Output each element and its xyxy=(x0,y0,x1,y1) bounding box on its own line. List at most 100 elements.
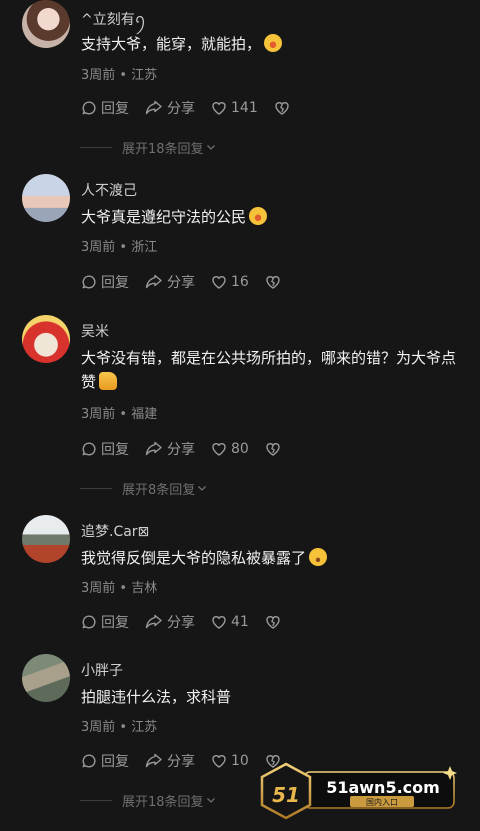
comment-text-content: 大爷真是遵纪守法的公民 xyxy=(81,208,247,226)
chevron-down-icon xyxy=(197,483,207,493)
logo-text: 51 xyxy=(272,783,300,807)
share-label: 分享 xyxy=(167,754,195,770)
comment-location: 江苏 xyxy=(131,68,158,83)
reply-icon xyxy=(81,274,97,290)
dislike-button[interactable] xyxy=(274,100,294,116)
avatar[interactable] xyxy=(22,654,70,702)
avatar[interactable] xyxy=(22,515,70,563)
expand-replies-button[interactable]: 展开18条回复 xyxy=(80,791,216,810)
comment-text: 拍腿违什么法，求科普 xyxy=(81,685,461,709)
expand-replies-label: 展开8条回复 xyxy=(122,482,196,498)
comment-actions: 回复 分享 141 xyxy=(81,97,310,119)
reply-icon xyxy=(81,100,97,116)
share-icon xyxy=(145,614,163,630)
comment-text-content: 支持大爷，能穿，就能拍， xyxy=(81,35,262,53)
heart-icon xyxy=(211,441,227,457)
avatar[interactable] xyxy=(22,315,70,363)
share-icon xyxy=(145,100,163,116)
dislike-button[interactable] xyxy=(265,441,285,457)
comment-time: 3周前 xyxy=(81,68,116,83)
reply-button[interactable]: 回复 xyxy=(81,439,129,459)
watermark-badge[interactable]: 51 51awn5.com 国内入口 xyxy=(258,762,458,820)
reply-icon xyxy=(81,753,97,769)
share-button[interactable]: 分享 xyxy=(145,751,195,771)
reply-button[interactable]: 回复 xyxy=(81,272,129,292)
share-label: 分享 xyxy=(167,275,195,291)
divider-line xyxy=(80,487,112,489)
like-button[interactable]: 80 xyxy=(211,441,249,457)
reply-label: 回复 xyxy=(101,275,129,291)
avatar[interactable] xyxy=(22,0,70,48)
like-button[interactable]: 10 xyxy=(211,753,249,769)
share-icon xyxy=(145,753,163,769)
comment-location: 浙江 xyxy=(131,240,158,255)
like-count: 80 xyxy=(231,441,249,457)
like-count: 16 xyxy=(231,274,249,290)
dislike-button[interactable] xyxy=(265,274,285,290)
share-button[interactable]: 分享 xyxy=(145,98,195,118)
comment-meta: 3周前 • 浙江 xyxy=(81,240,158,255)
thumbs-up-icon xyxy=(99,372,118,390)
comment-time: 3周前 xyxy=(81,240,116,255)
comment-location: 江苏 xyxy=(131,720,158,735)
reply-button[interactable]: 回复 xyxy=(81,612,129,632)
share-icon xyxy=(145,441,163,457)
reply-icon xyxy=(81,614,97,630)
chevron-down-icon xyxy=(206,795,216,805)
site-subtitle: 国内入口 xyxy=(366,797,398,807)
share-label: 分享 xyxy=(167,101,195,117)
reply-label: 回复 xyxy=(101,101,129,117)
expand-replies-label: 展开18条回复 xyxy=(122,794,204,810)
reply-button[interactable]: 回复 xyxy=(81,751,129,771)
like-button[interactable]: 16 xyxy=(211,274,249,290)
comment-time: 3周前 xyxy=(81,720,116,735)
broken-heart-icon xyxy=(265,441,281,457)
reply-icon xyxy=(81,441,97,457)
comment-time: 3周前 xyxy=(81,581,116,596)
username[interactable]: 人不渡己 xyxy=(81,180,137,200)
comment-text: 大爷真是遵纪守法的公民 xyxy=(81,205,461,229)
expand-replies-button[interactable]: 展开8条回复 xyxy=(80,479,207,498)
comment-text-content: 我觉得反倒是大爷的隐私被暴露了 xyxy=(81,549,307,567)
comment-text: 我觉得反倒是大爷的隐私被暴露了 xyxy=(81,546,461,570)
heart-icon xyxy=(211,274,227,290)
like-button[interactable]: 41 xyxy=(211,614,249,630)
broken-heart-icon xyxy=(265,274,281,290)
comment-meta: 3周前 • 吉林 xyxy=(81,581,158,596)
comment-location: 福建 xyxy=(131,407,158,422)
divider-line xyxy=(80,799,112,801)
like-button[interactable]: 141 xyxy=(211,100,258,116)
dislike-button[interactable] xyxy=(265,614,285,630)
comment-meta: 3周前 • 福建 xyxy=(81,407,158,422)
comment-meta: 3周前 • 江苏 xyxy=(81,720,158,735)
heart-icon xyxy=(211,100,227,116)
comment-actions: 回复 分享 16 xyxy=(81,271,301,293)
username[interactable]: ^立刻有ꪆ xyxy=(81,6,146,35)
share-button[interactable]: 分享 xyxy=(145,272,195,292)
reply-label: 回复 xyxy=(101,442,129,458)
expand-replies-button[interactable]: 展开18条回复 xyxy=(80,138,216,157)
chevron-down-icon xyxy=(206,142,216,152)
username[interactable]: 小胖子 xyxy=(81,660,123,680)
reply-label: 回复 xyxy=(101,754,129,770)
share-label: 分享 xyxy=(167,442,195,458)
reply-button[interactable]: 回复 xyxy=(81,98,129,118)
share-button[interactable]: 分享 xyxy=(145,612,195,632)
like-count: 41 xyxy=(231,614,249,630)
share-icon xyxy=(145,274,163,290)
surprised-face-icon xyxy=(309,548,328,566)
username[interactable]: 追梦.Car⊠ xyxy=(81,521,149,541)
comment-text-content: 拍腿违什么法，求科普 xyxy=(81,688,232,706)
watermark-graphic: 51 51awn5.com 国内入口 xyxy=(260,762,457,820)
share-button[interactable]: 分享 xyxy=(145,439,195,459)
comment-text: 支持大爷，能穿，就能拍， xyxy=(81,32,461,56)
site-domain: 51awn5.com xyxy=(326,778,440,797)
like-count: 141 xyxy=(231,100,258,116)
heart-icon xyxy=(211,614,227,630)
comment-text-content: 大爷没有错，都是在公共场所拍的，哪来的错？为大爷点赞 xyxy=(81,349,457,391)
username[interactable]: 吴米 xyxy=(81,321,109,341)
divider-line xyxy=(80,146,112,148)
laughing-tears-icon xyxy=(249,207,268,225)
avatar[interactable] xyxy=(22,174,70,222)
comment-meta: 3周前 • 江苏 xyxy=(81,68,158,83)
